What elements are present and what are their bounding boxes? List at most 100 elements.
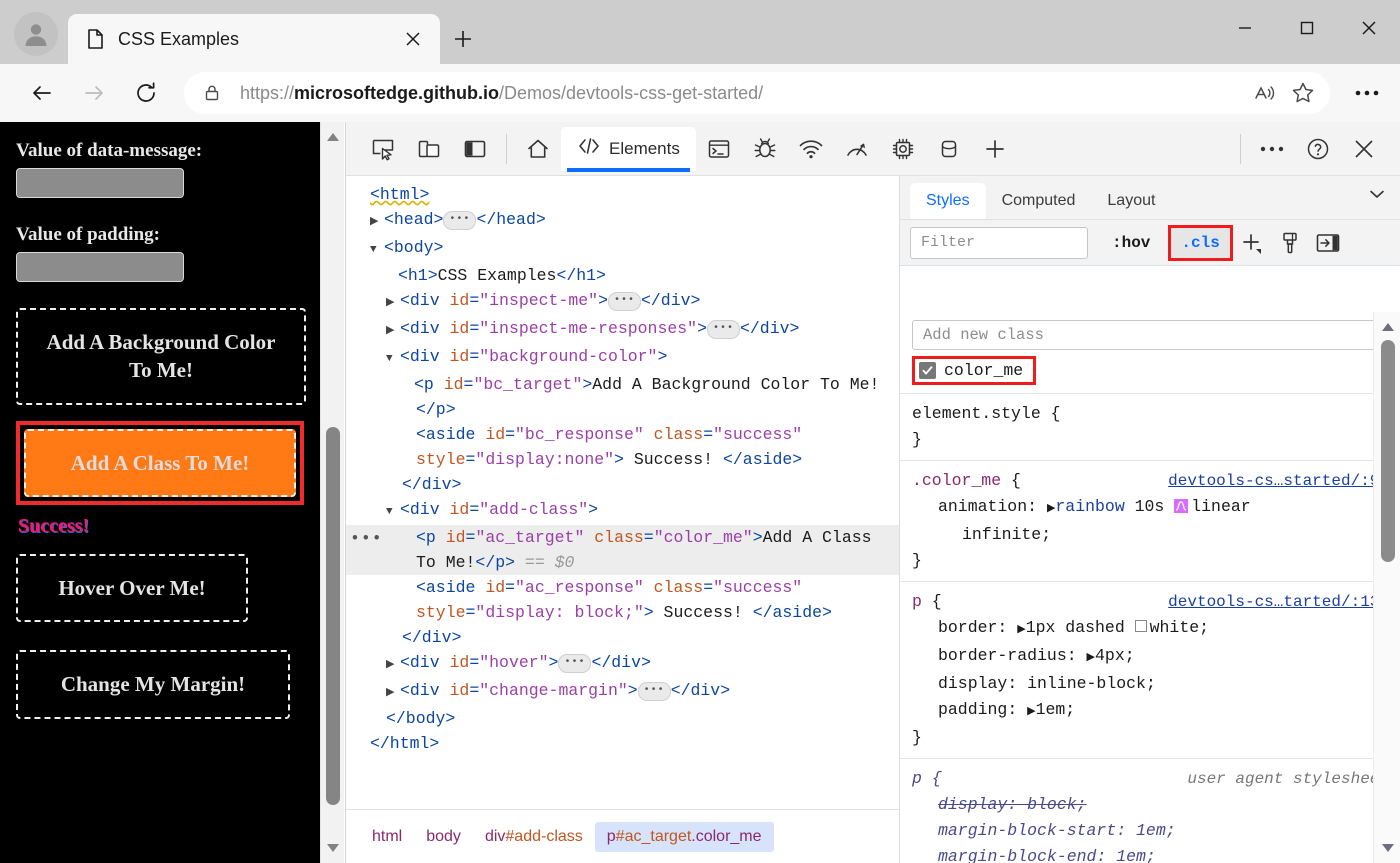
declaration-border-radius[interactable]: border-radius: ▶4px;	[900, 643, 1400, 671]
devtools-more-ellipsis-icon[interactable]	[1249, 128, 1295, 170]
tab-styles[interactable]: Styles	[910, 183, 986, 219]
add-class-target[interactable]: Add A Class To Me!	[24, 428, 296, 498]
document-icon	[84, 28, 106, 50]
declaration-animation[interactable]: animation: ▶rainbow 10s linear	[900, 494, 1400, 522]
declaration-border[interactable]: border: ▶1px dashed white;	[900, 615, 1400, 643]
styles-scroll-down-arrow-icon[interactable]	[1376, 836, 1400, 860]
memory-chip-icon[interactable]	[880, 128, 926, 170]
close-icon[interactable]	[1338, 0, 1400, 56]
add-new-class-input[interactable]: Add new class	[912, 320, 1389, 350]
dom-node-bc-target[interactable]: <p id="bc_target">Add A Background Color…	[346, 372, 899, 422]
styles-filter-input[interactable]: Filter	[910, 226, 1088, 259]
style-rule-element-style[interactable]: element.style { }	[900, 393, 1400, 460]
inspect-element-icon[interactable]	[360, 128, 406, 170]
style-rule-p-user-agent[interactable]: p { user agent stylesheet display: block…	[900, 758, 1400, 863]
dom-node-bc-response[interactable]: <aside id="bc_response" class="success" …	[346, 422, 899, 472]
chevron-down-icon[interactable]	[1353, 174, 1400, 219]
star-icon[interactable]	[1284, 76, 1322, 110]
scroll-up-arrow-icon[interactable]	[321, 125, 345, 149]
style-rule-color-me[interactable]: .color_me { devtools-cs…started/:96 anim…	[900, 460, 1400, 581]
dom-node-ac-target-selected[interactable]: ••• <p id="ac_target" class="color_me">Ad…	[346, 525, 899, 575]
data-message-input[interactable]	[16, 168, 184, 198]
change-margin-target[interactable]: Change My Margin!	[16, 650, 290, 719]
breadcrumb-item-body[interactable]: body	[414, 822, 473, 852]
declaration-display[interactable]: display: inline-block;	[900, 671, 1400, 697]
dom-node-ac-response[interactable]: <aside id="ac_response" class="success" …	[346, 575, 899, 625]
breadcrumb-item-html[interactable]: html	[360, 822, 414, 852]
dom-node-body[interactable]: ▼ <body>	[346, 235, 899, 263]
dock-side-icon[interactable]	[452, 128, 498, 170]
page-scrollbar[interactable]	[320, 122, 344, 863]
rule-selector-color-me: .color_me	[912, 471, 1002, 490]
performance-gauge-icon[interactable]	[834, 128, 880, 170]
padding-input[interactable]	[16, 252, 184, 282]
home-icon[interactable]	[515, 128, 561, 170]
styles-scrollbar-thumb[interactable]	[1381, 340, 1395, 562]
tab-elements-label: Elements	[609, 138, 680, 158]
color-swatch-icon[interactable]	[1134, 620, 1147, 632]
browser-tab[interactable]: CSS Examples	[68, 14, 440, 64]
debugger-bug-icon[interactable]	[742, 128, 788, 170]
read-aloud-icon[interactable]	[1246, 76, 1284, 110]
declaration-margin-block-end[interactable]: margin-block-end: 1em;	[900, 844, 1400, 863]
styles-scroll-up-arrow-icon[interactable]	[1376, 315, 1400, 339]
dom-node-inspect-me[interactable]: ▶ <div id="inspect-me"> ••• </div>	[346, 288, 899, 316]
hover-target[interactable]: Hover Over Me!	[16, 554, 248, 623]
dom-node-html[interactable]: <html>	[346, 182, 899, 207]
style-rule-p[interactable]: p { devtools-cs…tarted/:133 border: ▶1px…	[900, 581, 1400, 758]
rule-source-link-color-me[interactable]: devtools-cs…started/:96	[1158, 468, 1389, 494]
close-icon[interactable]	[398, 24, 428, 54]
easing-swatch-icon[interactable]	[1174, 499, 1189, 513]
devtools-panel: Elements <html> ▶ <head> ••• </head> ▼ <…	[345, 122, 1400, 863]
rule-source-user-agent: user agent stylesheet	[1187, 770, 1389, 788]
dom-node-head[interactable]: ▶ <head> ••• </head>	[346, 207, 899, 235]
new-tab-button[interactable]	[444, 22, 482, 56]
styles-rules-list[interactable]: Add new class color_me element.style { }	[900, 312, 1400, 863]
declaration-padding[interactable]: padding: ▶1em;	[900, 697, 1400, 725]
breadcrumb-item-p-ac-target[interactable]: p#ac_target.color_me	[594, 821, 774, 852]
toggle-element-state-button[interactable]: :hov	[1106, 230, 1156, 256]
checkbox-checked-icon[interactable]	[919, 362, 936, 379]
profile-avatar-icon[interactable]	[14, 12, 58, 56]
tab-layout[interactable]: Layout	[1091, 183, 1171, 219]
styles-scrollbar[interactable]	[1373, 312, 1400, 863]
tab-computed[interactable]: Computed	[986, 183, 1092, 219]
reload-icon[interactable]	[126, 73, 166, 113]
padding-label: Value of padding:	[16, 224, 160, 245]
dom-node-hover[interactable]: ▶ <div id="hover"> ••• </div>	[346, 650, 899, 678]
console-icon[interactable]	[696, 128, 742, 170]
declaration-display-overridden[interactable]: display: block;	[900, 792, 1400, 818]
dom-node-inspect-me-responses[interactable]: ▶ <div id="inspect-me-responses"> ••• </div…	[346, 316, 899, 344]
declaration-margin-block-start[interactable]: margin-block-start: 1em;	[900, 818, 1400, 844]
paintbrush-icon[interactable]	[1271, 227, 1309, 259]
scroll-down-arrow-icon[interactable]	[321, 836, 345, 860]
help-question-icon[interactable]	[1295, 128, 1341, 170]
class-toggle-color-me[interactable]: color_me	[912, 356, 1037, 385]
dom-tree[interactable]: <html> ▶ <head> ••• </head> ▼ <body> <h1>CSS…	[346, 176, 899, 809]
breadcrumb-item-div-add-class[interactable]: div#add-class	[473, 822, 595, 852]
dom-node-h1[interactable]: <h1>CSS Examples</h1>	[346, 263, 899, 288]
devtools-close-icon[interactable]	[1341, 128, 1387, 170]
back-arrow-icon[interactable]	[22, 73, 62, 113]
maximize-icon[interactable]	[1276, 0, 1338, 56]
device-emulation-icon[interactable]	[406, 128, 452, 170]
page-scrollbar-thumb[interactable]	[326, 427, 340, 805]
toolbar-divider	[506, 133, 507, 164]
browser-more-ellipsis-icon[interactable]	[1340, 73, 1394, 113]
dom-node-add-class[interactable]: ▼ <div id="add-class">	[346, 497, 899, 525]
plus-new-rule-icon[interactable]	[1233, 227, 1271, 259]
tab-elements[interactable]: Elements	[561, 126, 696, 172]
network-wifi-icon[interactable]	[788, 128, 834, 170]
data-message-label: Value of data-message:	[16, 140, 203, 161]
dom-node-change-margin[interactable]: ▶ <div id="change-margin"> ••• </div>	[346, 678, 899, 706]
lock-icon[interactable]	[198, 79, 226, 107]
application-database-icon[interactable]	[926, 128, 972, 170]
minimize-icon[interactable]	[1214, 0, 1276, 56]
element-classes-button[interactable]: .cls	[1168, 224, 1233, 261]
more-tools-plus-icon[interactable]	[972, 128, 1018, 170]
background-color-target[interactable]: Add A Background Color To Me!	[16, 308, 306, 405]
toggle-sidebar-icon[interactable]	[1309, 227, 1347, 259]
rule-source-link-p[interactable]: devtools-cs…tarted/:133	[1158, 589, 1389, 615]
dom-node-background-color[interactable]: ▼ <div id="background-color">	[346, 344, 899, 372]
url-bar[interactable]: https://microsoftedge.github.io/Demos/de…	[184, 72, 1330, 114]
